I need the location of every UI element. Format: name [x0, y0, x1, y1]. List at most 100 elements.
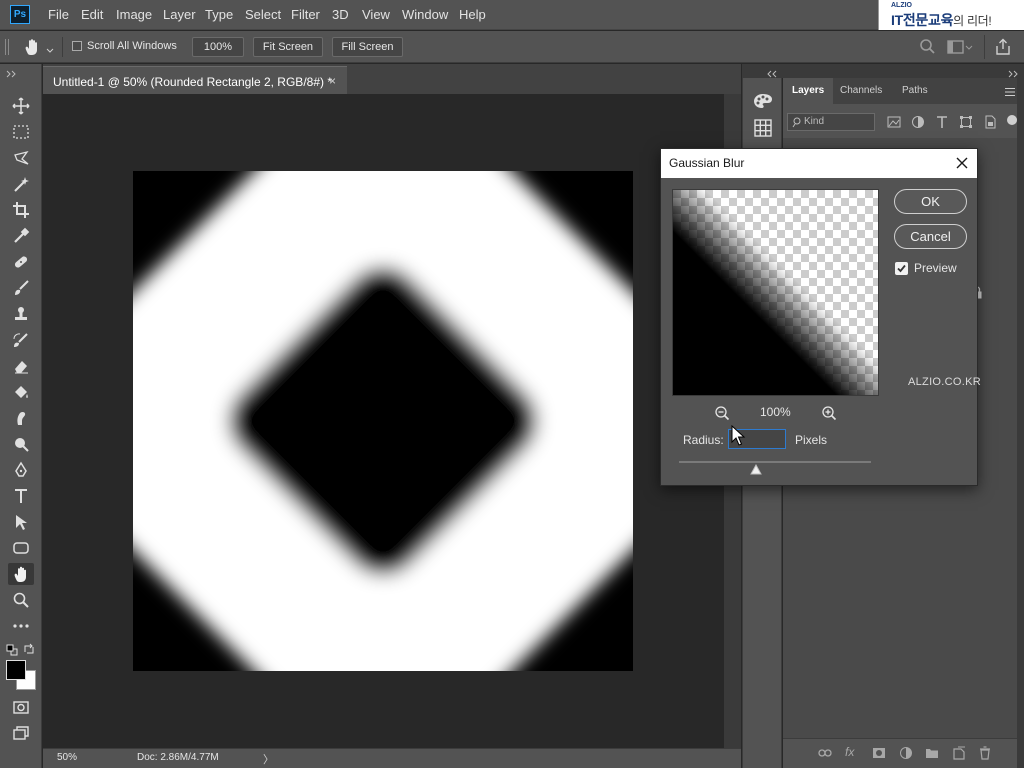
checkmark-icon — [897, 264, 906, 273]
crop-tool-icon[interactable] — [8, 199, 34, 221]
color-palette-icon[interactable] — [753, 92, 773, 110]
filter-smart-object-icon[interactable] — [983, 115, 997, 132]
adjustment-layer-icon[interactable] — [899, 746, 913, 763]
delete-layer-icon[interactable] — [979, 746, 991, 763]
menu-filter[interactable]: Filter — [291, 7, 320, 22]
canvas-area[interactable] — [43, 94, 724, 748]
dodge-tool-icon[interactable] — [8, 433, 34, 455]
fit-screen-button[interactable]: Fit Screen — [253, 37, 323, 57]
dialog-close-icon[interactable] — [954, 155, 970, 171]
canvas-artwork[interactable] — [133, 171, 633, 671]
tools-collapse-icon[interactable] — [6, 67, 18, 81]
move-tool-icon[interactable] — [8, 95, 34, 117]
menu-window[interactable]: Window — [402, 7, 448, 22]
zoom-100-button[interactable]: 100% — [192, 37, 244, 57]
kind-search-icon — [792, 114, 802, 136]
history-brush-tool-icon[interactable] — [8, 329, 34, 351]
brand-badge: ALZIO IT전문교육의 리더! — [878, 0, 1024, 30]
zoom-in-icon[interactable] — [821, 405, 837, 421]
preview-label: Preview — [914, 261, 957, 275]
filter-pixel-icon[interactable] — [887, 115, 901, 132]
menu-layer[interactable]: Layer — [163, 7, 196, 22]
new-layer-icon[interactable] — [952, 746, 966, 763]
smudge-tool-icon[interactable] — [8, 407, 34, 429]
type-tool-icon[interactable] — [8, 485, 34, 507]
brand-main-label: IT전문교육 — [891, 12, 954, 28]
add-mask-icon[interactable] — [872, 747, 886, 762]
eyedropper-tool-icon[interactable] — [8, 225, 34, 247]
scroll-all-windows-checkbox[interactable] — [72, 41, 82, 51]
rectangle-tool-icon[interactable] — [8, 537, 34, 559]
dialog-title: Gaussian Blur — [669, 156, 745, 170]
blur-preview-image — [673, 190, 878, 395]
tab-paths[interactable]: Paths — [902, 85, 928, 96]
eraser-tool-icon[interactable] — [8, 355, 34, 377]
default-colors-icon[interactable] — [6, 644, 18, 656]
magic-wand-tool-icon[interactable] — [8, 173, 34, 195]
tab-layers[interactable]: Layers — [792, 85, 824, 96]
layer-style-fx-icon[interactable]: fx — [845, 745, 854, 759]
menu-image[interactable]: Image — [116, 7, 152, 22]
tools-panel — [0, 64, 42, 768]
menu-edit[interactable]: Edit — [81, 7, 103, 22]
clone-stamp-tool-icon[interactable] — [8, 303, 34, 325]
search-icon[interactable] — [918, 38, 936, 56]
foreground-color-swatch[interactable] — [6, 660, 26, 680]
path-selection-tool-icon[interactable] — [8, 511, 34, 533]
fill-screen-button[interactable]: Fill Screen — [332, 37, 403, 57]
filter-toggle-icon[interactable] — [1007, 115, 1017, 125]
more-tools-icon[interactable] — [8, 615, 34, 637]
mouse-cursor-icon — [731, 424, 747, 447]
brush-tool-icon[interactable] — [8, 277, 34, 299]
document-tab-close-icon[interactable]: × — [329, 74, 336, 88]
status-menu-arrow-icon[interactable]: 〉 — [263, 751, 274, 767]
link-layers-icon[interactable] — [818, 747, 832, 762]
photoshop-logo: Ps — [10, 5, 30, 24]
layer-kind-filter[interactable]: Kind — [787, 113, 875, 131]
zoom-status-field[interactable]: 50% — [57, 752, 77, 763]
ok-button[interactable]: OK — [894, 189, 967, 214]
preview-zoom-level: 100% — [760, 405, 791, 419]
swap-colors-icon[interactable] — [23, 643, 35, 655]
pen-tool-icon[interactable] — [8, 459, 34, 481]
lasso-tool-icon[interactable] — [8, 147, 34, 169]
status-bar: 50% Doc: 2.86M/4.77M 〉 — [43, 748, 741, 768]
filter-adjustment-icon[interactable] — [911, 115, 925, 132]
dock-header — [742, 64, 1024, 78]
dialog-titlebar[interactable]: Gaussian Blur — [661, 149, 977, 178]
menu-file[interactable]: File — [48, 7, 69, 22]
marquee-tool-icon[interactable] — [8, 121, 34, 143]
filter-shape-icon[interactable] — [959, 115, 973, 132]
healing-brush-tool-icon[interactable] — [8, 251, 34, 273]
new-group-icon[interactable] — [925, 747, 939, 762]
zoom-tool-icon[interactable] — [8, 589, 34, 611]
quick-mask-icon[interactable] — [8, 696, 34, 718]
menu-3d[interactable]: 3D — [332, 7, 349, 22]
paint-bucket-tool-icon[interactable] — [8, 381, 34, 403]
menu-type[interactable]: Type — [205, 7, 233, 22]
preview-checkbox[interactable] — [895, 262, 908, 275]
radius-slider-track[interactable] — [679, 461, 871, 463]
brand-small-text: ALZIO — [891, 2, 912, 9]
share-icon[interactable] — [993, 37, 1013, 57]
panel-menu-icon[interactable] — [1004, 86, 1016, 100]
menu-view[interactable]: View — [362, 7, 390, 22]
watermark-text: ALZIO.CO.KR — [908, 376, 981, 388]
hand-tool-preset-icon[interactable] — [22, 37, 44, 57]
menu-select[interactable]: Select — [245, 7, 281, 22]
filter-type-icon[interactable] — [935, 115, 949, 132]
options-bar: Scroll All Windows 100% Fit Screen Fill … — [0, 31, 1024, 63]
workspace-icon[interactable] — [947, 38, 973, 56]
hand-tool-icon[interactable] — [8, 563, 34, 585]
menu-help[interactable]: Help — [459, 7, 486, 22]
swatches-grid-icon[interactable] — [754, 119, 772, 137]
document-tab[interactable]: Untitled-1 @ 50% (Rounded Rectangle 2, R… — [43, 66, 347, 94]
tab-channels[interactable]: Channels — [840, 85, 882, 96]
preset-dropdown-icon[interactable] — [46, 43, 54, 57]
screen-mode-icon[interactable] — [8, 722, 34, 744]
radius-slider-thumb[interactable] — [750, 463, 762, 476]
blur-preview-window[interactable] — [672, 189, 879, 396]
zoom-out-icon[interactable] — [714, 405, 730, 421]
cancel-button[interactable]: Cancel — [894, 224, 967, 249]
document-tab-title: Untitled-1 @ 50% (Rounded Rectangle 2, R… — [53, 75, 332, 89]
